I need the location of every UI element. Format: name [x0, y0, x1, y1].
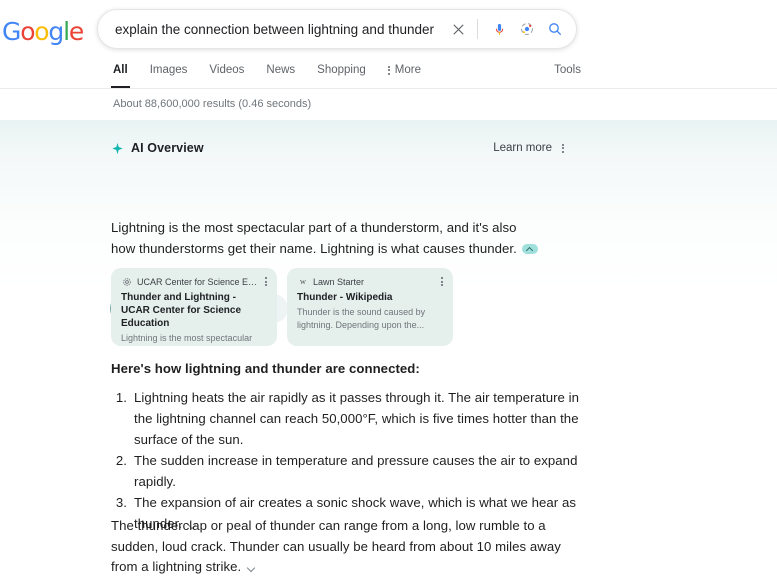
tab-news[interactable]: News	[266, 60, 295, 88]
search-input[interactable]	[98, 10, 444, 48]
source-card-ucar[interactable]: UCAR Center for Science Edu... Thunder a…	[111, 268, 277, 346]
gear-favicon-icon	[121, 276, 132, 287]
tab-videos[interactable]: Videos	[209, 60, 244, 88]
lens-search-button[interactable]	[513, 10, 541, 48]
source-card-lawnstarter[interactable]: W Lawn Starter Thunder - Wikipedia Thund…	[287, 268, 453, 346]
google-lens-icon	[521, 23, 533, 35]
search-icon	[549, 23, 561, 35]
logo-letter-e: e	[68, 17, 84, 46]
list-item-text: The sudden increase in temperature and p…	[134, 453, 578, 489]
source-card-overflow-icon[interactable]	[441, 277, 443, 286]
tab-images[interactable]: Images	[150, 60, 188, 88]
tools-button[interactable]: Tools	[554, 60, 581, 80]
result-stats: About 88,600,000 results (0.46 seconds)	[113, 98, 312, 110]
ai-overview-overflow-icon[interactable]	[562, 143, 564, 153]
close-icon	[453, 24, 463, 34]
source-card-snippet: Lightning is the most spectacular elemen…	[121, 333, 263, 346]
source-card-snippet: Thunder is the sound caused by lightning…	[297, 307, 426, 330]
list-item: 2. The sudden increase in temperature an…	[111, 450, 581, 492]
ai-overview-steps-list: 1. Lightning heats the air rapidly as it…	[111, 387, 581, 534]
clear-search-button[interactable]	[444, 10, 472, 48]
ai-overview-panel: AI Overview Learn more Original	[0, 120, 777, 583]
google-logo[interactable]: Google	[2, 17, 84, 46]
source-card-title: Thunder and Lightning - UCAR Center for …	[121, 292, 242, 329]
list-item-text: Lightning heats the air rapidly as it pa…	[134, 390, 580, 447]
voice-search-button[interactable]	[485, 10, 513, 48]
list-item-number: 1.	[115, 390, 127, 405]
tab-shopping[interactable]: Shopping	[317, 60, 366, 88]
ai-overview-title: AI Overview	[131, 141, 204, 155]
svg-text:W: W	[300, 279, 306, 286]
logo-letter-o1: o	[20, 17, 35, 46]
sparkle-icon	[112, 142, 123, 154]
search-tabs: All Images Videos News Shopping More	[111, 60, 443, 89]
kebab-menu-icon	[387, 65, 390, 75]
w-favicon-icon: W	[297, 276, 308, 287]
search-nav-bar: All Images Videos News Shopping More Too…	[0, 60, 777, 89]
ai-overview-outro-paragraph: The thunderclap or peal of thunder can r…	[111, 516, 581, 578]
search-bar[interactable]	[97, 9, 577, 49]
logo-letter-g1: G	[2, 17, 21, 46]
microphone-icon	[495, 23, 503, 35]
google-search-results-page: Google explain the connection between li…	[0, 0, 777, 583]
source-card-domain: Lawn Starter	[313, 276, 365, 287]
source-card-header: W Lawn Starter	[297, 276, 443, 287]
submit-search-button[interactable]	[541, 10, 569, 48]
ai-overview-actions: Learn more	[493, 142, 564, 154]
list-item: 1. Lightning heats the air rapidly as it…	[111, 387, 581, 450]
intro-text: Lightning is the most spectacular part o…	[111, 220, 517, 256]
ai-overview-subheading: Here's how lightning and thunder are con…	[111, 361, 420, 376]
page-header: Google	[0, 0, 777, 58]
source-card-title: Thunder - Wikipedia	[297, 292, 393, 303]
source-card-header: UCAR Center for Science Edu...	[121, 276, 267, 287]
citation-collapse-badge[interactable]	[521, 244, 538, 255]
logo-letter-g2: g	[48, 17, 64, 46]
source-card-overflow-icon[interactable]	[265, 277, 267, 286]
search-divider	[477, 19, 478, 39]
ai-overview-source-cards: UCAR Center for Science Edu... Thunder a…	[111, 268, 453, 346]
source-card-domain: UCAR Center for Science Edu...	[137, 276, 260, 287]
list-item-number: 2.	[115, 453, 127, 468]
tab-all[interactable]: All	[111, 60, 130, 88]
outro-text: The thunderclap or peal of thunder can r…	[111, 518, 561, 574]
tab-more[interactable]: More	[387, 60, 421, 88]
ai-overview-header: AI Overview	[111, 141, 204, 155]
ai-overview-intro-paragraph: Lightning is the most spectacular part o…	[111, 218, 543, 259]
logo-letter-o2: o	[34, 17, 49, 46]
tab-more-label: More	[394, 64, 421, 76]
learn-more-link[interactable]: Learn more	[493, 142, 552, 154]
chevron-down-icon[interactable]	[245, 561, 258, 574]
